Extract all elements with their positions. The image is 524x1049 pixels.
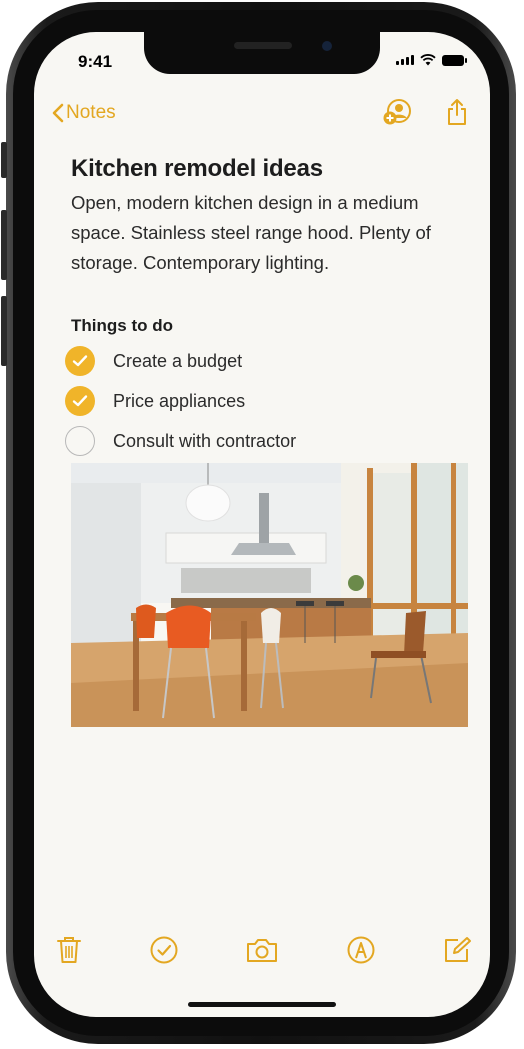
wifi-icon [420, 54, 436, 66]
note-body[interactable]: Open, modern kitchen design in a medium … [71, 188, 471, 278]
checklist-item-label[interactable]: Consult with contractor [113, 431, 296, 452]
checklist-item: Consult with contractor [65, 421, 296, 461]
status-time: 9:41 [78, 52, 113, 71]
unchecked-circle-icon[interactable] [65, 426, 95, 456]
checked-circle-icon[interactable] [65, 386, 95, 416]
checklist-item-label[interactable]: Price appliances [113, 391, 245, 412]
checklist-item: Price appliances [65, 381, 296, 421]
battery-icon [442, 54, 467, 66]
add-people-icon[interactable] [382, 98, 412, 126]
screen: 9:41 Notes Kitchen remodel ideas Open, m… [34, 32, 490, 1017]
share-icon[interactable] [446, 98, 468, 126]
earpiece-speaker [234, 42, 292, 49]
cellular-signal-icon [396, 55, 414, 65]
volume-up-button [1, 210, 7, 280]
checklist-icon[interactable] [149, 935, 179, 965]
status-icons [396, 54, 467, 66]
chevron-left-icon [52, 103, 64, 123]
note-title[interactable]: Kitchen remodel ideas [71, 155, 323, 183]
back-label: Notes [66, 102, 116, 123]
kitchen-photo[interactable] [71, 463, 468, 727]
checklist-item: Create a budget [65, 341, 296, 381]
checklist-heading[interactable]: Things to do [71, 316, 173, 336]
mute-switch [1, 142, 7, 178]
camera-icon[interactable] [245, 936, 279, 964]
trash-icon[interactable] [56, 935, 82, 965]
back-button[interactable]: Notes [52, 102, 116, 124]
checklist-item-label[interactable]: Create a budget [113, 351, 242, 372]
compose-icon[interactable] [442, 935, 472, 965]
volume-down-button [1, 296, 7, 366]
front-camera [322, 41, 332, 51]
markup-icon[interactable] [346, 935, 376, 965]
home-indicator[interactable] [188, 1002, 336, 1007]
nav-actions [382, 98, 468, 126]
bottom-toolbar [56, 935, 472, 965]
notch [144, 32, 380, 74]
checked-circle-icon[interactable] [65, 346, 95, 376]
checklist: Create a budget Price appliances Consult… [65, 341, 296, 461]
